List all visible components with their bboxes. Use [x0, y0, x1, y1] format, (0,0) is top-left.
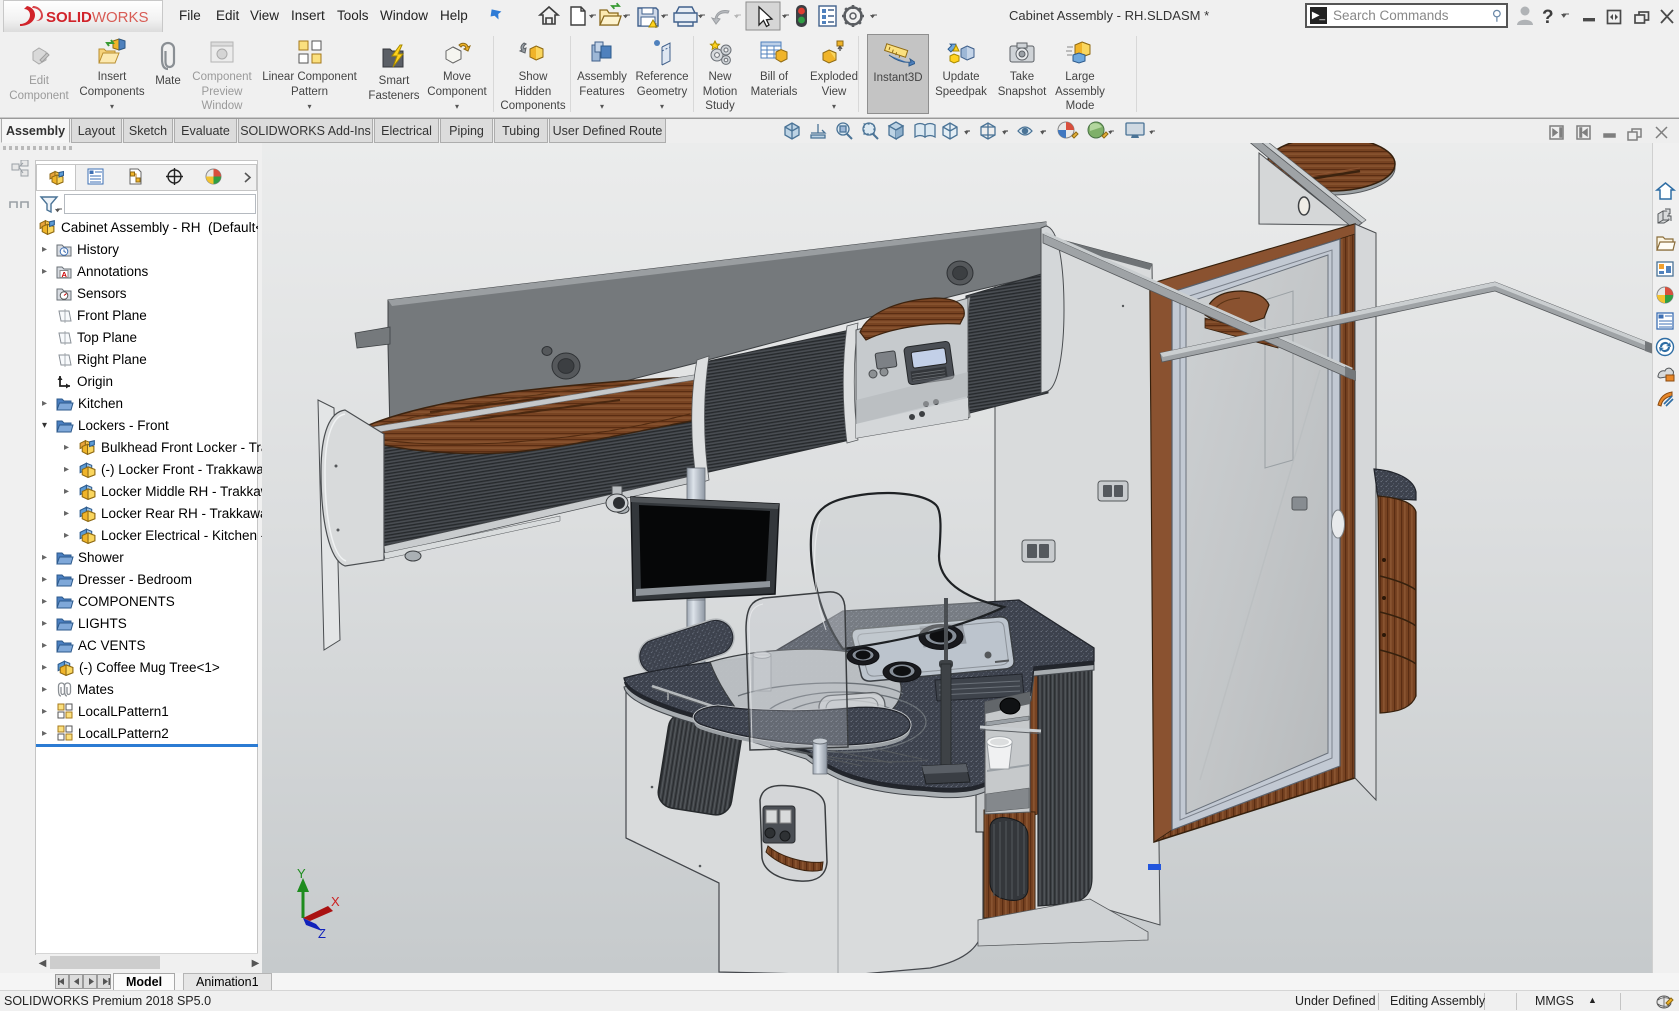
- svg-text:SOLIDWORKS: SOLIDWORKS: [46, 9, 149, 26]
- svg-text:Y: Y: [297, 866, 306, 881]
- svg-text:Z: Z: [318, 926, 326, 941]
- svg-text:?: ?: [1542, 7, 1554, 28]
- svg-text:X: X: [331, 894, 340, 909]
- svg-text:!: !: [655, 23, 657, 30]
